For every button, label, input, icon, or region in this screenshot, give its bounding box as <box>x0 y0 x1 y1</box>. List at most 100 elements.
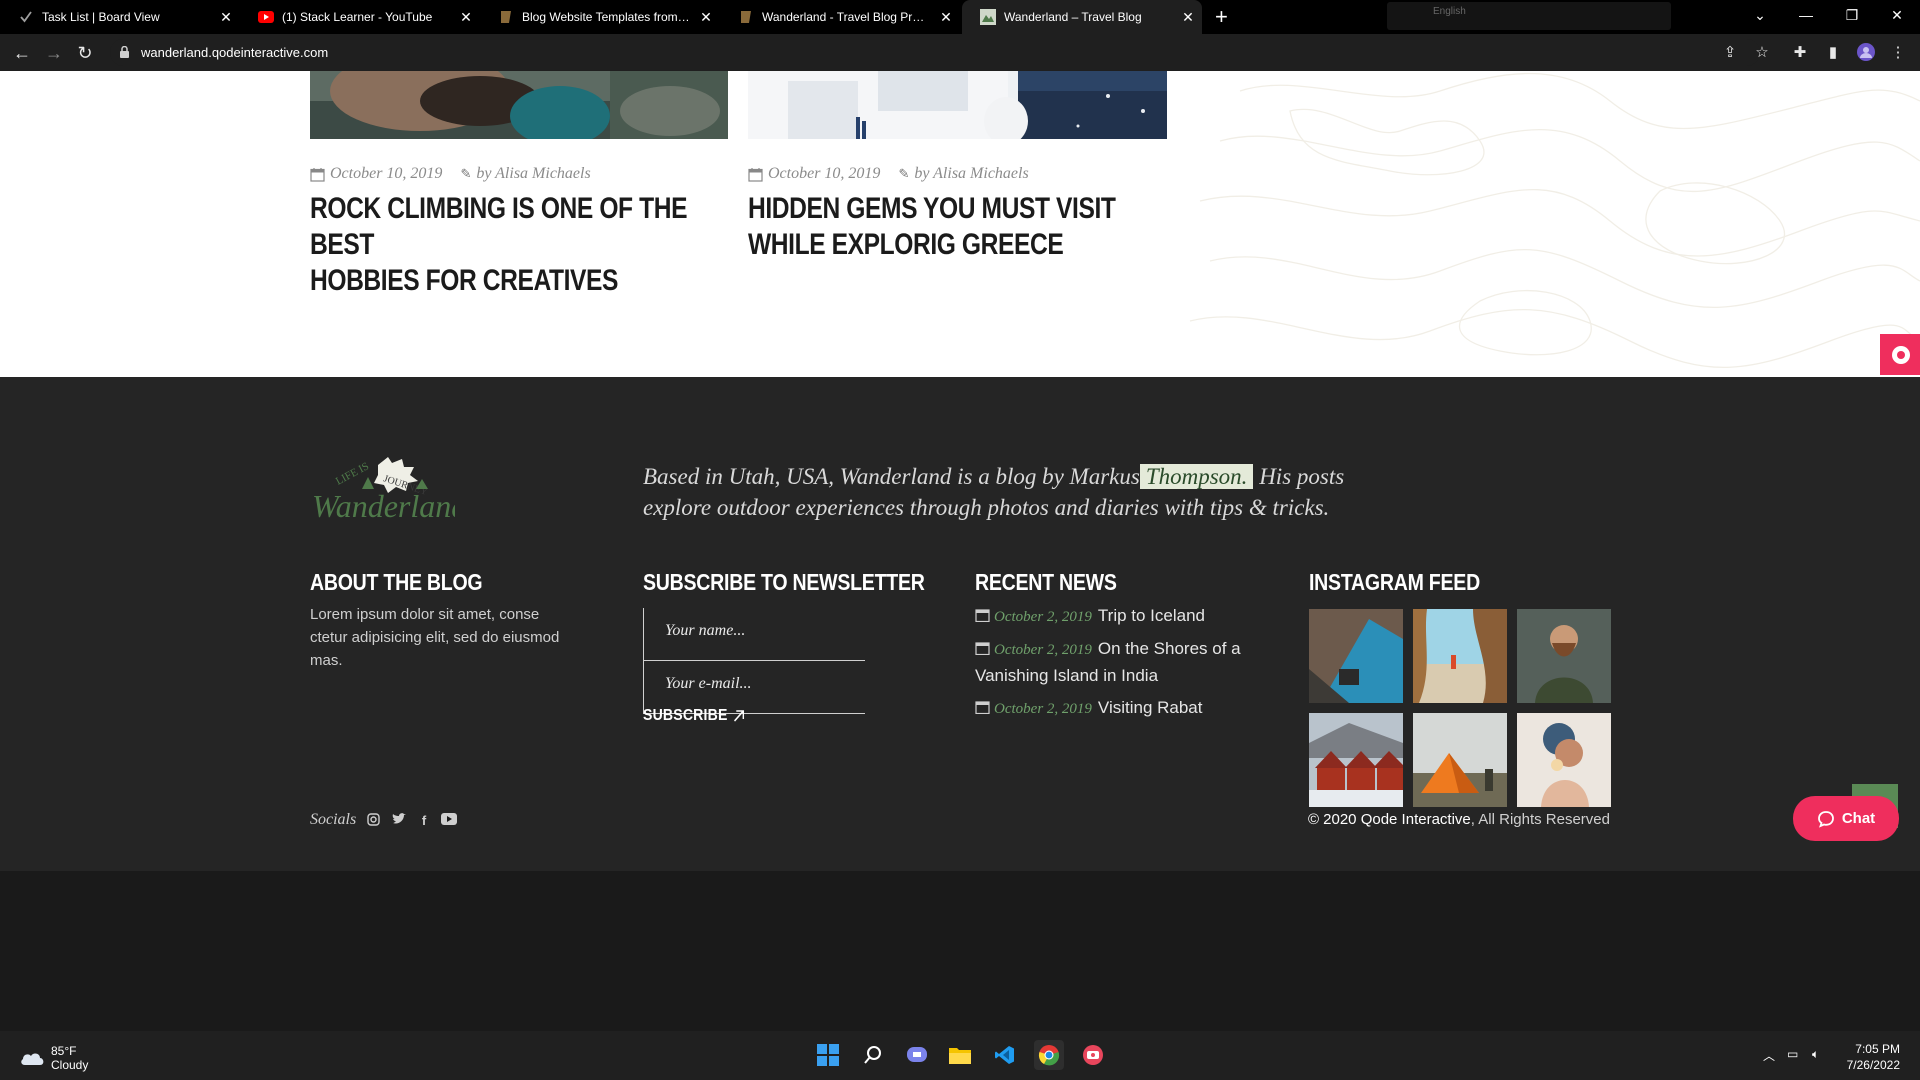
close-icon[interactable]: ✕ <box>458 9 474 25</box>
side-panel-icon[interactable]: ▮ <box>1822 42 1844 64</box>
tab-title: Blog Website Templates from ThemeForest <box>522 10 690 24</box>
post-image-rock-climbing[interactable] <box>310 71 728 139</box>
search-icon[interactable] <box>858 1040 888 1070</box>
post-date[interactable]: October 10, 2019 <box>330 165 442 183</box>
address-bar[interactable]: wanderland.qodeinteractive.com <box>110 39 1760 66</box>
network-icon[interactable]: ▭ <box>1787 1047 1798 1061</box>
arrow-up-right-icon <box>734 710 745 722</box>
extensions-puzzle-icon[interactable]: ✚ <box>1789 42 1811 64</box>
vscode-icon[interactable] <box>990 1040 1020 1070</box>
copyright-text: , All Rights Reserved <box>1470 811 1610 828</box>
screen-recorder-icon[interactable] <box>1078 1040 1108 1070</box>
tab-title: (1) Stack Learner - YouTube <box>282 10 433 24</box>
copyright-brand[interactable]: © 2020 Qode Interactive <box>1308 811 1471 828</box>
news-date[interactable]: October 2, 2019 <box>994 609 1092 625</box>
site-footer: LIFE IS JOURNEY Wanderland Based in Utah… <box>0 377 1920 871</box>
chat-label: Chat <box>1841 810 1876 827</box>
post-author[interactable]: by Alisa Michaels <box>914 165 1028 183</box>
teams-chat-icon[interactable] <box>902 1040 932 1070</box>
tab-title: Wanderland – Travel Blog <box>1004 10 1142 24</box>
instagram-photo-flowers[interactable] <box>1517 713 1611 807</box>
weather-temp: 85°F <box>51 1044 77 1058</box>
file-explorer-icon[interactable] <box>945 1040 975 1070</box>
post-author[interactable]: by Alisa Michaels <box>476 165 590 183</box>
lifebuoy-icon <box>1892 346 1910 364</box>
widget-title-instagram: INSTAGRAM FEED <box>1309 569 1480 595</box>
close-icon[interactable]: ✕ <box>698 9 714 25</box>
facebook-icon[interactable]: f <box>416 813 432 829</box>
wanderland-logo[interactable]: LIFE IS JOURNEY Wanderland <box>310 453 455 523</box>
share-icon[interactable]: ⇪ <box>1719 42 1741 64</box>
name-input[interactable] <box>665 622 855 640</box>
tab-task-list[interactable]: Task List | Board View ✕ <box>0 0 240 34</box>
subscribe-button[interactable]: SUBSCRIBE <box>643 707 745 725</box>
instagram-photo-tent-blue[interactable] <box>1309 609 1403 703</box>
youtube-icon[interactable] <box>441 813 457 829</box>
instagram-photo-beach-cave[interactable] <box>1413 609 1507 703</box>
news-item[interactable]: October 2, 2019 On the Shores of a Vanish… <box>975 636 1275 689</box>
calendar-icon <box>975 701 990 714</box>
tab-wanderland-blog[interactable]: Wanderland – Travel Blog ✕ <box>962 0 1202 34</box>
calendar-icon <box>748 167 763 182</box>
post-title-line: ROCK CLIMBING IS ONE OF THE BEST <box>310 192 688 261</box>
recent-news-list: October 2, 2019 Trip to Iceland October 2… <box>975 603 1275 728</box>
post-title-line: HOBBIES FOR CREATIVES <box>310 264 619 297</box>
minimize-button[interactable]: — <box>1783 0 1829 30</box>
weather-widget[interactable]: 85°F Cloudy <box>19 1044 88 1072</box>
post-title-line: HIDDEN GEMS YOU MUST VISIT <box>748 192 1116 225</box>
chat-button[interactable]: Chat <box>1793 796 1899 841</box>
instagram-photo-bearded-man[interactable] <box>1517 609 1611 703</box>
instagram-icon[interactable] <box>365 813 381 829</box>
restore-button[interactable]: ❐ <box>1829 0 1875 30</box>
bookmark-star-icon[interactable]: ☆ <box>1751 42 1773 64</box>
reload-icon[interactable]: ↻ <box>74 42 96 64</box>
post-title[interactable]: ROCK CLIMBING IS ONE OF THE BEST HOBBIES… <box>310 191 736 299</box>
news-date[interactable]: October 2, 2019 <box>994 701 1092 717</box>
close-window-button[interactable]: ✕ <box>1874 0 1920 30</box>
instagram-photo-red-cabins[interactable] <box>1309 713 1403 807</box>
check-icon <box>18 9 34 25</box>
instagram-photo-orange-tent[interactable] <box>1413 713 1507 807</box>
volume-icon[interactable]: 🔈︎ <box>1812 1047 1819 1062</box>
forward-icon[interactable]: → <box>43 42 65 64</box>
copyright: © 2020 Qode Interactive, All Rights Rese… <box>1308 811 1610 828</box>
footer-bottom-bar <box>0 871 1920 1031</box>
tab-search-icon[interactable]: ⌄ <box>1737 0 1783 30</box>
chevron-up-icon[interactable]: ︿ <box>1763 1047 1775 1064</box>
newsletter-name-field[interactable] <box>643 608 865 661</box>
news-item[interactable]: October 2, 2019 Trip to Iceland <box>975 603 1275 630</box>
windows-taskbar: 85°F Cloudy ︿ ▭ 🔈︎ 7:05 PM 7/26/2022 <box>0 1031 1920 1080</box>
close-icon[interactable]: ✕ <box>938 9 954 25</box>
news-title[interactable]: Visiting Rabat <box>1098 698 1203 717</box>
side-purchase-button[interactable] <box>1880 334 1920 375</box>
email-input[interactable] <box>665 675 855 693</box>
close-icon[interactable]: ✕ <box>218 9 234 25</box>
news-item[interactable]: October 2, 2019 Visiting Rabat <box>975 695 1275 722</box>
post-image-greece[interactable] <box>748 71 1167 139</box>
post-meta: October 10, 2019 ✎ by Alisa Michaels <box>748 165 1029 183</box>
wanderland-favicon-icon <box>980 9 996 25</box>
chrome-icon[interactable] <box>1034 1040 1064 1070</box>
post-title[interactable]: HIDDEN GEMS YOU MUST VISIT WHILE EXPLORI… <box>748 191 1174 263</box>
svg-text:Wanderland: Wanderland <box>312 488 455 523</box>
news-date[interactable]: October 2, 2019 <box>994 642 1092 658</box>
calendar-icon <box>975 642 990 655</box>
about-text: Lorem ipsum dolor sit amet, conse ctetur… <box>310 606 560 669</box>
news-title[interactable]: Trip to Iceland <box>1098 606 1205 625</box>
clock-date: 7/26/2022 <box>1846 1058 1900 1072</box>
pencil-icon: ✎ <box>898 166 910 181</box>
taskbar-clock[interactable]: 7:05 PM 7/26/2022 <box>1847 1041 1900 1073</box>
windows-start-icon[interactable] <box>813 1040 843 1070</box>
close-icon[interactable]: ✕ <box>1180 9 1196 25</box>
tab-youtube[interactable]: (1) Stack Learner - YouTube ✕ <box>240 0 480 34</box>
tab-blog-templates[interactable]: Blog Website Templates from ThemeForest … <box>480 0 720 34</box>
post-date[interactable]: October 10, 2019 <box>768 165 880 183</box>
menu-kebab-icon[interactable]: ⋮ <box>1887 42 1909 64</box>
twitter-icon[interactable] <box>391 813 407 829</box>
chat-bubble-icon <box>1817 810 1834 828</box>
browser-tab-bar: Task List | Board View ✕ (1) Stack Learn… <box>0 0 1920 34</box>
tab-wanderland-preview[interactable]: Wanderland - Travel Blog Preview ✕ <box>720 0 960 34</box>
back-icon[interactable]: ← <box>11 42 33 64</box>
new-tab-button[interactable]: + <box>1215 6 1228 28</box>
profile-avatar[interactable] <box>1855 42 1877 64</box>
